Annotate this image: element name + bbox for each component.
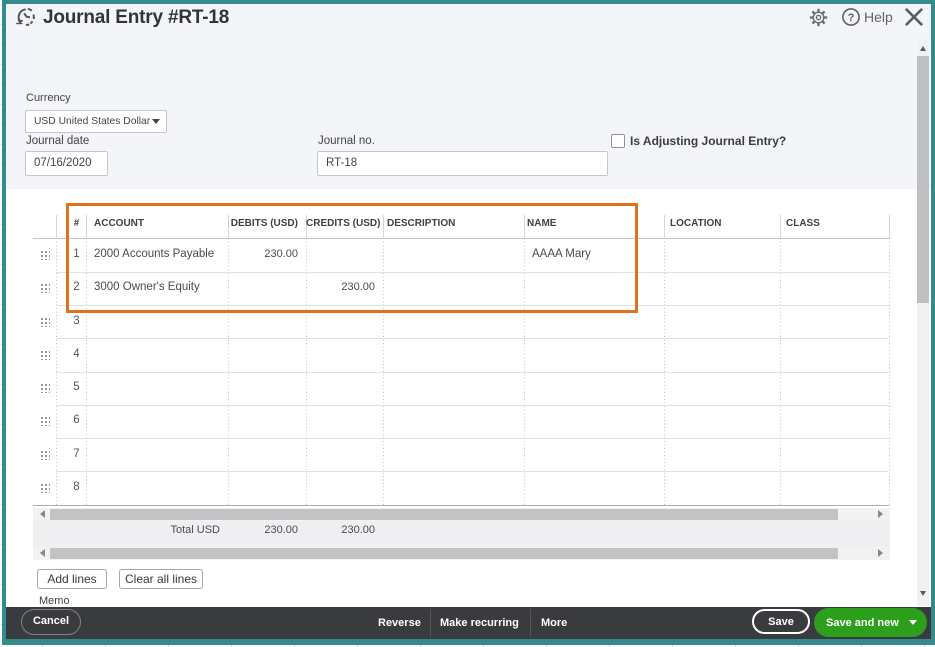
svg-text:?: ?	[848, 12, 855, 24]
